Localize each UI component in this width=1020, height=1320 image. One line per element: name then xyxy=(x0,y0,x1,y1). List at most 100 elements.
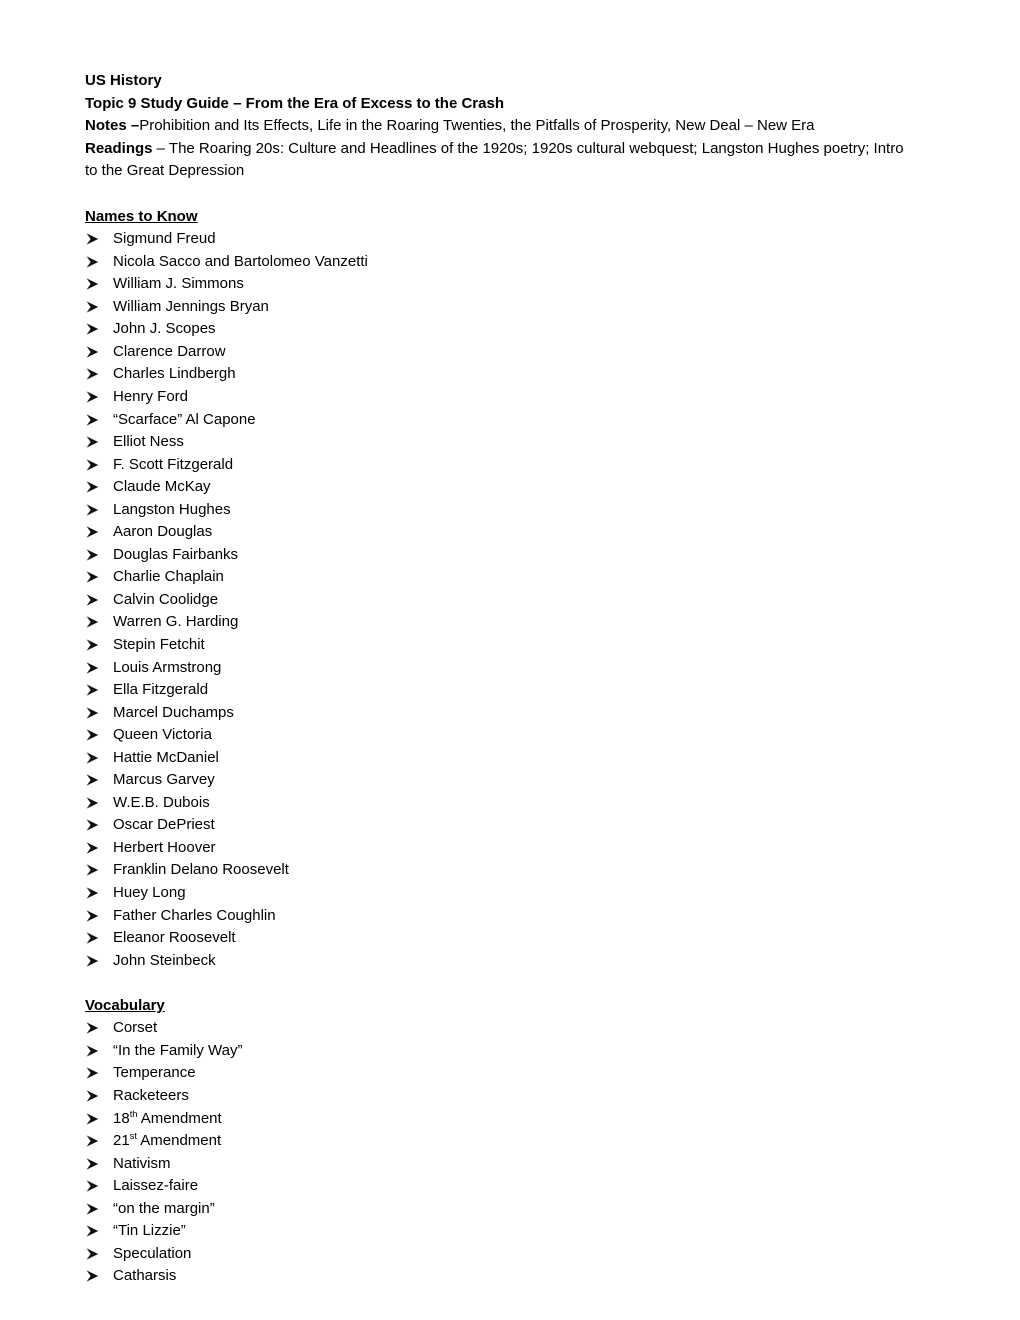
list-item: Henry Ford xyxy=(85,386,930,409)
arrow-bullet-icon xyxy=(86,544,104,561)
list-item: Catharsis xyxy=(85,1265,930,1288)
arrow-bullet-icon xyxy=(86,566,104,583)
document-header: US History Topic 9 Study Guide – From th… xyxy=(85,70,930,183)
arrow-bullet-icon xyxy=(86,431,104,448)
list-item: William J. Simmons xyxy=(85,273,930,296)
arrow-bullet-icon xyxy=(86,1017,104,1034)
section-heading-vocabulary: Vocabulary xyxy=(85,996,165,1014)
list-item-label: Marcel Duchamps xyxy=(113,703,234,721)
arrow-bullet-icon xyxy=(86,1220,104,1237)
list-item-label: William Jennings Bryan xyxy=(113,297,269,315)
list-item: W.E.B. Dubois xyxy=(85,792,930,815)
list-item: “Scarface” Al Capone xyxy=(85,409,930,432)
list-item: Stepin Fetchit xyxy=(85,634,930,657)
list-item-label: Louis Armstrong xyxy=(113,658,222,676)
header-list-spacer xyxy=(85,183,930,206)
list-item-label: Sigmund Freud xyxy=(113,230,216,248)
arrow-bullet-icon xyxy=(86,1085,104,1102)
list-item: Clarence Darrow xyxy=(85,341,930,364)
list-item: Hattie McDaniel xyxy=(85,747,930,770)
arrow-bullet-icon xyxy=(86,702,104,719)
arrow-bullet-icon xyxy=(86,386,104,403)
list-item-label: “In the Family Way” xyxy=(113,1041,243,1059)
list-item: F. Scott Fitzgerald xyxy=(85,454,930,477)
arrow-bullet-icon xyxy=(86,454,104,471)
arrow-bullet-icon xyxy=(86,1040,104,1057)
list-item: Temperance xyxy=(85,1062,930,1085)
list-item: “Tin Lizzie” xyxy=(85,1220,930,1243)
list-item-label: Nativism xyxy=(113,1154,171,1172)
section-heading-wrap-1: Vocabulary xyxy=(85,995,930,1018)
arrow-bullet-icon xyxy=(86,837,104,854)
arrow-bullet-icon xyxy=(86,341,104,358)
arrow-bullet-icon xyxy=(86,747,104,764)
list-item-label: Corset xyxy=(113,1019,158,1037)
list-item: Laissez-faire xyxy=(85,1175,930,1198)
list-item-label: Charlie Chaplain xyxy=(113,568,224,586)
list-item-label: Claude McKay xyxy=(113,478,211,496)
arrow-bullet-icon xyxy=(86,679,104,696)
arrow-bullet-icon xyxy=(86,905,104,922)
arrow-bullet-icon xyxy=(86,1175,104,1192)
list-item-label: Clarence Darrow xyxy=(113,342,226,360)
notes-line: Notes –Prohibition and Its Effects, Life… xyxy=(85,115,930,138)
list-item: Ella Fitzgerald xyxy=(85,679,930,702)
page-title: Topic 9 Study Guide – From the Era of Ex… xyxy=(85,94,504,112)
arrow-bullet-icon xyxy=(86,589,104,606)
list-item-label: Langston Hughes xyxy=(113,500,231,518)
list-item: Douglas Fairbanks xyxy=(85,544,930,567)
section-heading-wrap-0: Names to Know xyxy=(85,206,930,229)
list-item-label: Temperance xyxy=(113,1064,196,1082)
list-item-label: “Tin Lizzie” xyxy=(113,1222,186,1240)
arrow-bullet-icon xyxy=(86,657,104,674)
list-item: Sigmund Freud xyxy=(85,228,930,251)
list-item: Warren G. Harding xyxy=(85,611,930,634)
list-item-label: “Scarface” Al Capone xyxy=(113,410,256,428)
arrow-bullet-icon xyxy=(86,611,104,629)
list-item-label: Queen Victoria xyxy=(113,726,212,744)
list-item-label: Racketeers xyxy=(113,1087,189,1105)
list-item: Corset xyxy=(85,1017,930,1040)
arrow-bullet-icon xyxy=(86,724,104,741)
list-item-label: John J. Scopes xyxy=(113,320,216,338)
vocabulary-list: Corset “In the Family Way” Temperance Racke… xyxy=(85,1017,930,1288)
arrow-bullet-icon xyxy=(86,1198,104,1215)
readings-line: Readings – The Roaring 20s: Culture and … xyxy=(85,138,913,183)
arrow-bullet-icon xyxy=(86,363,104,381)
list-item: Eleanor Roosevelt xyxy=(85,927,930,950)
list-item-label: William J. Simmons xyxy=(113,275,244,293)
notes-label: Notes – xyxy=(85,117,140,135)
list-item: Queen Victoria xyxy=(85,724,930,747)
arrow-bullet-icon xyxy=(86,273,104,290)
list-item-label: Father Charles Coughlin xyxy=(113,906,276,924)
arrow-bullet-icon xyxy=(86,792,104,809)
list-item: Father Charles Coughlin xyxy=(85,905,930,928)
arrow-bullet-icon xyxy=(86,251,104,268)
list-item: Franklin Delano Roosevelt xyxy=(85,859,930,882)
ordinal-suffix: th xyxy=(129,1108,138,1119)
arrow-bullet-icon xyxy=(86,814,104,831)
list-item: 18th Amendment xyxy=(85,1108,930,1131)
list-item: Nicola Sacco and Bartolomeo Vanzetti xyxy=(85,251,930,274)
list-item-label: “on the margin” xyxy=(113,1199,215,1217)
list-item: Marcel Duchamps xyxy=(85,702,930,725)
list-item-label: 18th Amendment xyxy=(113,1108,222,1127)
list-item: John J. Scopes xyxy=(85,318,930,341)
list-item: Marcus Garvey xyxy=(85,769,930,792)
arrow-bullet-icon xyxy=(86,228,104,245)
list-item: Nativism xyxy=(85,1153,930,1176)
arrow-bullet-icon xyxy=(86,859,104,877)
list-item-label: Elliot Ness xyxy=(113,433,184,451)
list-item: “on the margin” xyxy=(85,1198,930,1221)
list-item: Claude McKay xyxy=(85,476,930,499)
list-item: Huey Long xyxy=(85,882,930,905)
section-names-to-know: Names to Know Sigmund Freud Nicola Sacco … xyxy=(85,206,930,973)
arrow-bullet-icon xyxy=(86,927,104,944)
list-item-label: 21st Amendment xyxy=(113,1131,222,1150)
list-item: John Steinbeck xyxy=(85,950,930,973)
list-item: Speculation xyxy=(85,1243,930,1266)
list-item-label: Franklin Delano Roosevelt xyxy=(113,861,289,879)
arrow-bullet-icon xyxy=(86,499,104,516)
notes-text: Prohibition and Its Effects, Life in the… xyxy=(139,117,815,135)
section-vocabulary: Vocabulary Corset “In the Family Way” Temp… xyxy=(85,995,930,1288)
